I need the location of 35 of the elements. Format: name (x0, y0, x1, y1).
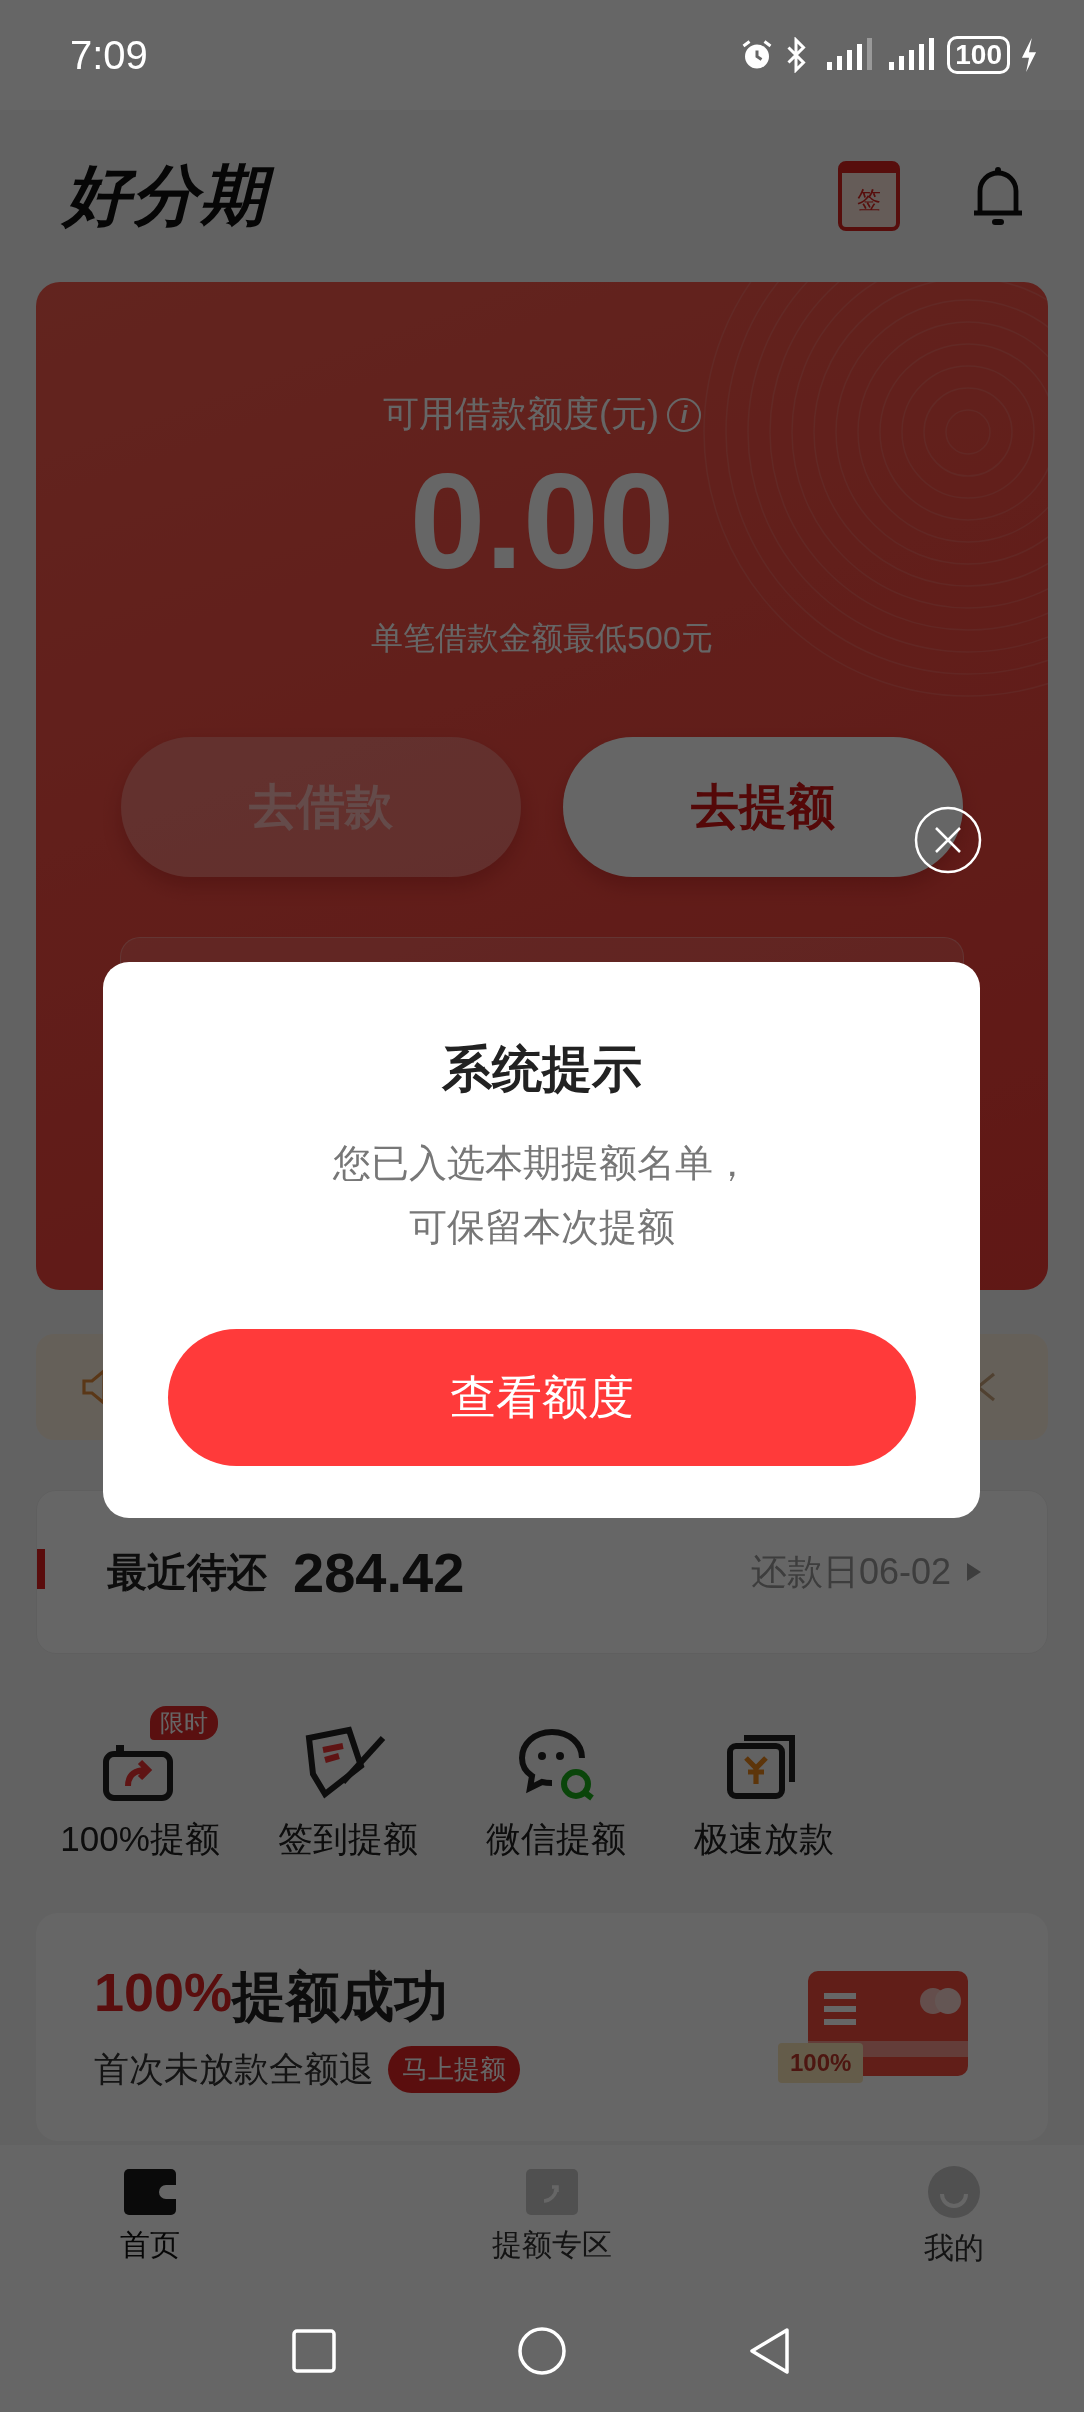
view-limit-button[interactable]: 查看额度 (167, 1329, 916, 1466)
recents-icon[interactable] (291, 2328, 337, 2374)
bottom-nav-tab[interactable]: 我的 (924, 2166, 984, 2269)
promo-subtitle: 首次未放款全额退 (94, 2048, 374, 2090)
info-icon[interactable]: i (667, 397, 701, 432)
boost-now-tag[interactable]: 马上提额 (388, 2046, 520, 2093)
battery-indicator: 100 (947, 36, 1010, 74)
limited-time-badge: 限时 (150, 1706, 218, 1740)
promo-title: 提额成功 (232, 1965, 449, 2028)
promo-card[interactable]: 100%提额成功 首次未放款全额退 马上提额 100% (36, 1913, 1048, 2141)
quick-action-label[interactable]: 极速放款 (694, 1816, 834, 1863)
credit-amount: 0.00 (409, 447, 675, 597)
bluetooth-icon (785, 37, 808, 73)
quick-action-label[interactable]: 100%提额 (60, 1816, 220, 1863)
credit-action-button[interactable]: 去提额 (563, 736, 963, 877)
bottom-nav-tab[interactable]: 首页 (120, 2169, 180, 2266)
status-time: 7:09 (70, 32, 148, 78)
credit-label: 可用借款额度(元) (383, 392, 659, 436)
bottom-nav-tab[interactable]: 提额专区 (492, 2169, 612, 2266)
dialog-title: 系统提示 (441, 1040, 642, 1099)
charging-icon (1020, 38, 1038, 72)
chat-bubble-icon[interactable] (516, 1726, 596, 1802)
dialog-message: 您已入选本期提额名单， 可保留本次提额 (332, 1141, 751, 1250)
sign-in-calendar-button[interactable]: 签 (838, 161, 900, 231)
home-icon[interactable] (517, 2326, 567, 2376)
credit-note: 单笔借款金额最低500元 (371, 618, 713, 658)
wallet-icon (124, 2169, 176, 2215)
promo-ticket: 100% (778, 2043, 864, 2083)
triangle-right-icon (967, 1563, 981, 1581)
quick-action-label[interactable]: 签到提额 (278, 1816, 418, 1863)
quick-action-label[interactable]: 微信提额 (486, 1816, 626, 1863)
accent-marker (37, 1549, 45, 1589)
repay-amount: 284.42 (293, 1539, 465, 1605)
app-logo: 好分期 (60, 153, 282, 239)
repay-label: 最近待还 (107, 1548, 267, 1596)
